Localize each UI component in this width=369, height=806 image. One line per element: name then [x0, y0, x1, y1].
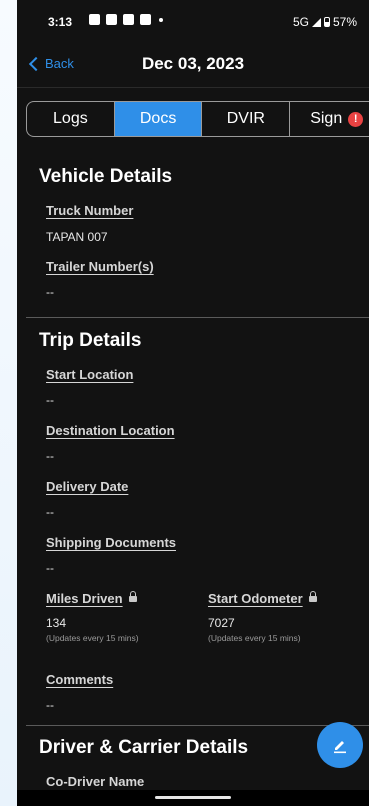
- back-button[interactable]: Back: [28, 56, 74, 72]
- desktop-left-strip: [0, 0, 18, 806]
- section-divider: [26, 317, 369, 318]
- tab-logs[interactable]: Logs: [27, 102, 115, 136]
- tab-sign-label: Sign: [310, 110, 343, 127]
- trailer-number-label[interactable]: Trailer Number(s): [46, 259, 154, 274]
- status-time: 3:13: [48, 15, 73, 29]
- miles-driven-note: (Updates every 15 mins): [46, 633, 139, 643]
- status-bar: 3:13 5G 57%: [17, 0, 369, 40]
- start-location-label[interactable]: Start Location: [46, 367, 133, 382]
- tab-docs[interactable]: Docs: [114, 102, 203, 136]
- shield-icon: [123, 14, 134, 25]
- start-odometer-note: (Updates every 15 mins): [208, 633, 301, 643]
- alert-icon: !: [348, 111, 364, 127]
- tab-logs-label: Logs: [53, 110, 88, 127]
- status-right: 5G 57%: [293, 15, 357, 29]
- start-odometer-value: 7027: [208, 616, 235, 630]
- nav-bar: Dec 03, 2023 Back: [17, 40, 369, 88]
- tab-dvir[interactable]: DVIR: [202, 102, 291, 136]
- start-odometer-text: Start Odometer: [208, 591, 303, 606]
- driver-carrier-title: Driver & Carrier Details: [39, 737, 249, 758]
- shipping-documents-label[interactable]: Shipping Documents: [46, 535, 176, 550]
- trip-details-title: Trip Details: [39, 330, 142, 351]
- tab-bar: Logs Docs DVIR Sign !: [26, 101, 369, 137]
- comments-value: --: [46, 698, 54, 712]
- lock-icon: [308, 590, 317, 602]
- status-icons: [89, 14, 163, 25]
- battery-percent: 57%: [332, 15, 357, 29]
- back-label: Back: [45, 56, 74, 71]
- section-divider: [26, 725, 369, 726]
- edit-button[interactable]: [317, 722, 363, 768]
- shipping-documents-value: --: [46, 561, 54, 575]
- vehicle-details-title: Vehicle Details: [39, 166, 173, 187]
- tab-dvir-label: DVIR: [226, 110, 265, 127]
- miles-driven-label[interactable]: Miles Driven: [46, 590, 137, 606]
- battery-icon: [323, 17, 330, 27]
- miles-driven-value: 134: [46, 616, 67, 630]
- start-odometer-label[interactable]: Start Odometer: [208, 590, 317, 606]
- phone-screen: 3:13 5G 57% Dec 03, 2023 Back Logs Docs: [17, 0, 369, 806]
- signal-icon: [311, 17, 321, 27]
- tab-docs-label: Docs: [139, 110, 177, 127]
- lock-icon: [128, 590, 137, 602]
- destination-location-label[interactable]: Destination Location: [46, 423, 175, 438]
- linkedin-icon: [106, 14, 117, 25]
- notification-dot: [159, 17, 163, 22]
- trailer-number-value: --: [46, 285, 54, 299]
- teams-icon: [89, 14, 100, 25]
- pencil-icon: [334, 741, 346, 754]
- delivery-date-value: --: [46, 505, 54, 519]
- home-indicator[interactable]: [155, 796, 231, 799]
- miles-driven-text: Miles Driven: [46, 591, 123, 606]
- tab-sign[interactable]: Sign !: [290, 102, 369, 136]
- truck-number-label[interactable]: Truck Number: [46, 203, 133, 218]
- cast-icon: [140, 14, 151, 25]
- co-driver-name-label[interactable]: Co-Driver Name: [46, 774, 144, 789]
- chevron-left-icon: [28, 56, 44, 72]
- destination-location-value: --: [46, 449, 54, 463]
- delivery-date-label[interactable]: Delivery Date: [46, 479, 128, 494]
- truck-number-value: TAPAN 007: [46, 230, 108, 244]
- network-type: 5G: [292, 15, 309, 29]
- comments-label[interactable]: Comments: [46, 672, 113, 687]
- start-location-value: --: [46, 393, 54, 407]
